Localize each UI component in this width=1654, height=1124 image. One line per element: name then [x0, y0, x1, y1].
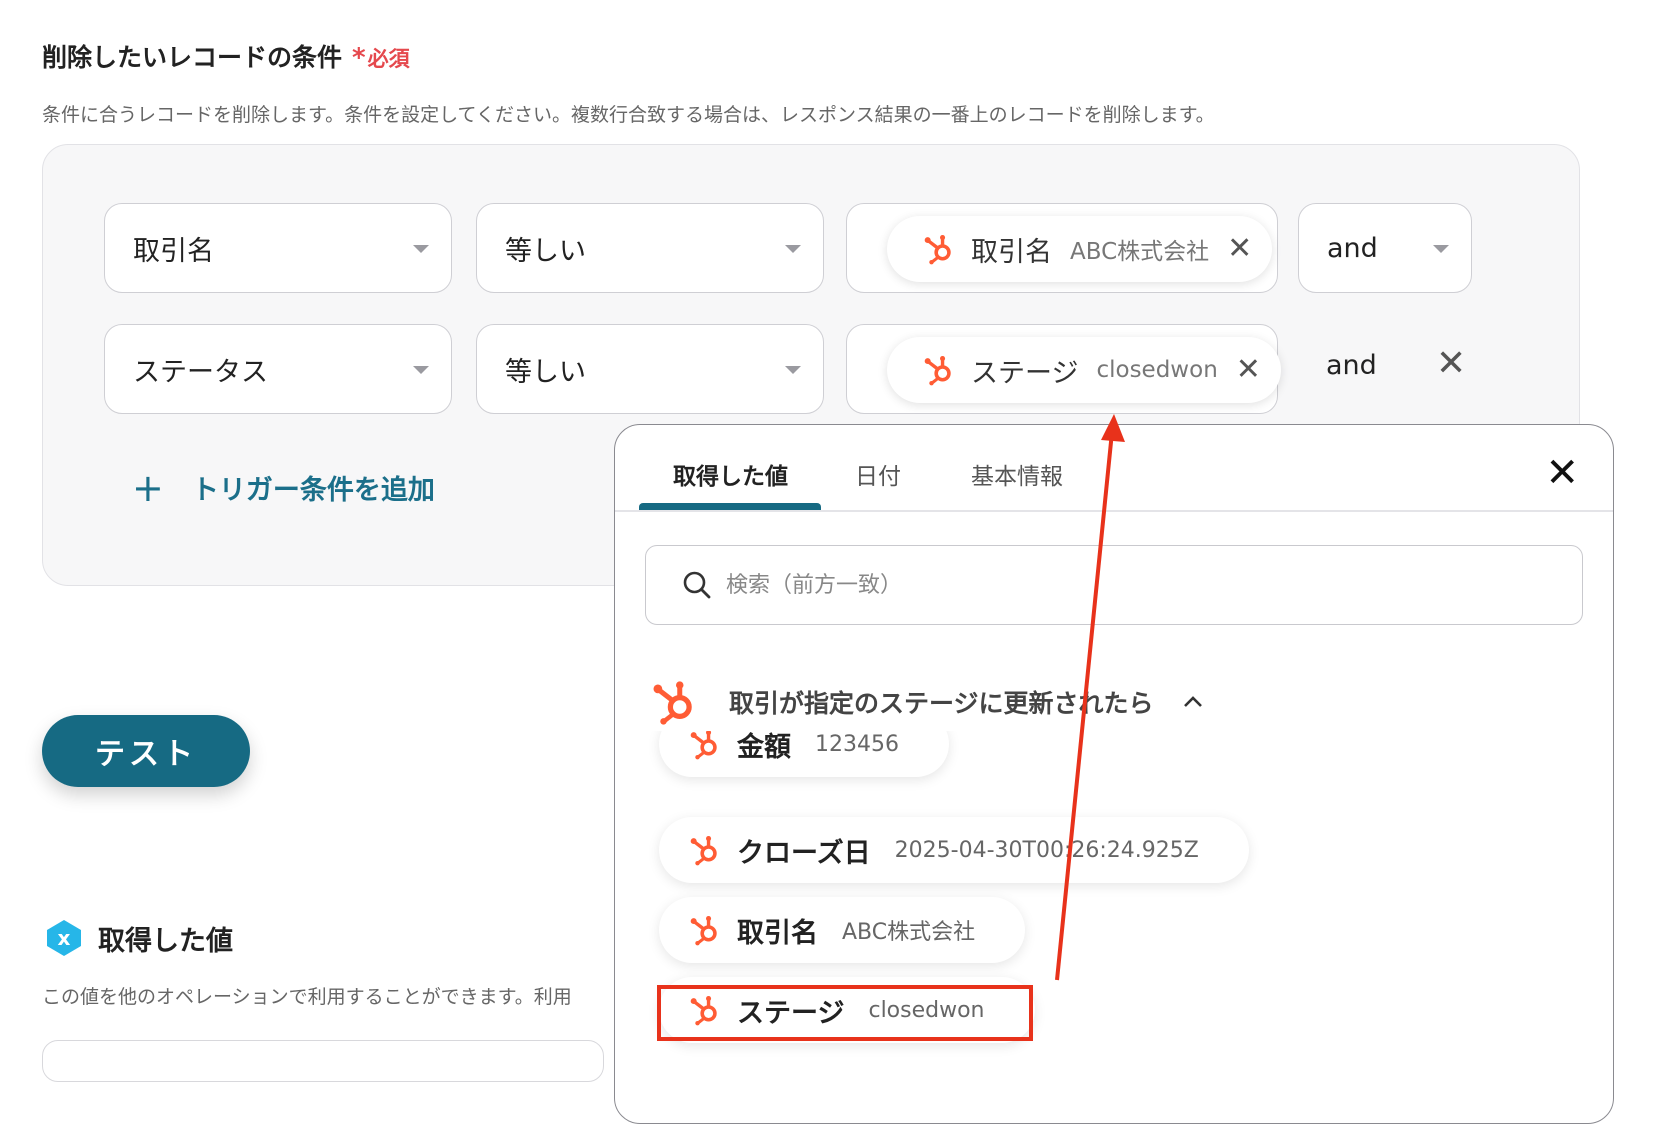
item-value: 2025-04-30T00:26:24.925Z: [894, 837, 1199, 863]
required-star: *: [352, 43, 366, 73]
add-condition-label: トリガー条件を追加: [191, 475, 435, 506]
list-item[interactable]: 取引名 ABC株式会社: [659, 897, 1026, 963]
condition-value-field-2[interactable]: ステージ closedwon ✕: [846, 324, 1281, 414]
caret-down-icon: [413, 245, 429, 253]
hubspot-sprocket-icon: [923, 232, 957, 266]
required-label: 必須: [367, 47, 410, 71]
close-icon[interactable]: ✕: [1227, 234, 1252, 264]
condition-field-value: 取引名: [133, 235, 214, 267]
retrieved-values-box: [42, 1040, 604, 1082]
chevron-up-icon: [1183, 696, 1202, 707]
item-label: 金額: [737, 731, 791, 763]
conjunction-label-2: and: [1326, 350, 1377, 381]
tab-basic-info[interactable]: 基本情報: [971, 457, 1063, 491]
list-item[interactable]: クローズ日 2025-04-30T00:26:24.925Z: [659, 817, 1249, 883]
caret-down-icon: [1433, 245, 1449, 253]
item-label: クローズ日: [737, 837, 871, 869]
conjunction-value: and: [1327, 232, 1378, 264]
retrieved-values-description: この値を他のオペレーションで利用することができます。利用: [42, 986, 572, 1008]
section-title: 削除したいレコードの条件 *必須: [42, 38, 410, 74]
item-label: 取引名: [737, 917, 818, 949]
add-condition-button[interactable]: + トリガー条件を追加: [132, 468, 435, 507]
variable-badge-letter: x: [58, 926, 71, 950]
section-description: 条件に合うレコードを削除します。条件を設定してください。複数行合致する場合は、レ…: [42, 104, 1215, 126]
condition-operator-select-2[interactable]: 等しい: [476, 324, 824, 414]
item-value: ABC株式会社: [842, 920, 976, 945]
value-picker-panel: 取得した値 日付 基本情報 ✕ 取引が指定のステージに更新されたら 金額 123…: [614, 424, 1614, 1124]
condition-value-field-1[interactable]: 取引名 ABC株式会社 ✕: [846, 203, 1278, 293]
close-icon[interactable]: ✕: [1545, 453, 1579, 493]
test-button[interactable]: テスト: [42, 715, 250, 787]
hubspot-sprocket-icon: [689, 727, 723, 761]
chip-value: ABC株式会社: [1070, 239, 1210, 265]
hubspot-sprocket-icon: [689, 913, 723, 947]
chip-value: closedwon: [1096, 357, 1218, 383]
chip-label: 取引名: [971, 236, 1052, 268]
value-chip: 取引名 ABC株式会社 ✕: [887, 216, 1273, 282]
caret-down-icon: [785, 245, 801, 253]
close-icon[interactable]: ✕: [1236, 355, 1261, 385]
item-value: 123456: [815, 731, 899, 757]
annotation-highlight-box: [657, 985, 1033, 1041]
hubspot-sprocket-icon: [923, 353, 957, 387]
condition-operator-value: 等しい: [505, 356, 586, 388]
search-icon: [683, 571, 711, 599]
condition-operator-select-1[interactable]: 等しい: [476, 203, 824, 293]
chip-label: ステージ: [971, 357, 1079, 389]
retrieved-values-title: x 取得した値: [44, 918, 233, 958]
tab-retrieved-values[interactable]: 取得した値: [673, 457, 788, 491]
caret-down-icon: [413, 366, 429, 374]
condition-field-select-2[interactable]: ステータス: [104, 324, 452, 414]
value-chip: ステージ closedwon ✕: [887, 337, 1281, 403]
condition-field-value: ステータス: [133, 356, 268, 388]
tab-date[interactable]: 日付: [855, 457, 901, 491]
remove-condition-icon[interactable]: ✕: [1436, 346, 1466, 382]
condition-field-select-1[interactable]: 取引名: [104, 203, 452, 293]
variable-badge-icon: x: [47, 920, 81, 956]
retrieved-values-title-text: 取得した値: [98, 925, 233, 957]
group-header[interactable]: 取引が指定のステージに更新されたら: [651, 677, 1204, 727]
search-input[interactable]: [724, 571, 1528, 599]
section-title-text: 削除したいレコードの条件: [42, 43, 343, 72]
tab-divider: [615, 510, 1613, 512]
active-tab-indicator: [639, 503, 821, 510]
conjunction-select-1[interactable]: and: [1298, 203, 1472, 293]
group-title: 取引が指定のステージに更新されたら: [729, 689, 1154, 718]
condition-operator-value: 等しい: [505, 235, 586, 267]
caret-down-icon: [785, 366, 801, 374]
plus-icon: +: [132, 465, 164, 510]
hubspot-sprocket-icon: [651, 677, 701, 727]
search-field[interactable]: [645, 545, 1583, 625]
hubspot-sprocket-icon: [689, 833, 723, 867]
